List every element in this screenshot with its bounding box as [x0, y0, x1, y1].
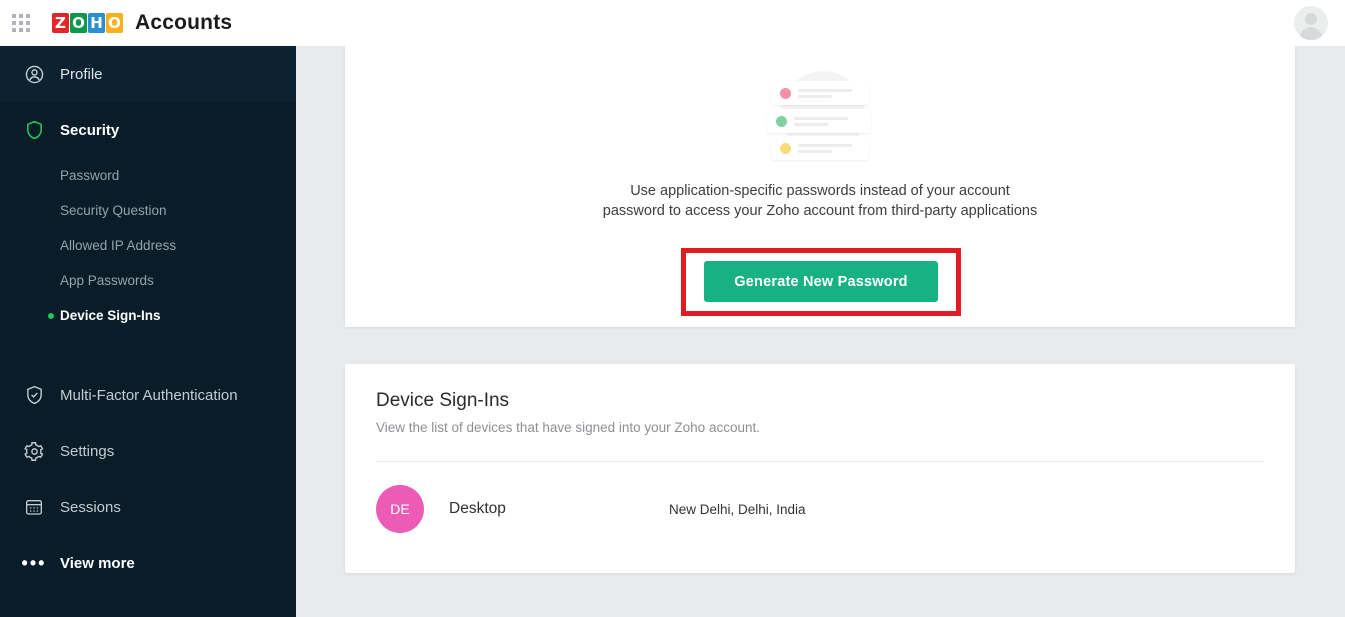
logo-letter-z: Z — [52, 13, 69, 33]
illustration-lines-3 — [798, 143, 852, 153]
sidebar-item-password[interactable]: Password — [0, 158, 296, 193]
avatar-head — [1305, 13, 1317, 25]
illustration-lines-2 — [794, 116, 848, 126]
sidebar-item-sessions[interactable]: Sessions — [0, 479, 296, 535]
shield-check-icon — [22, 383, 46, 407]
sidebar-item-allowed-ip-address[interactable]: Allowed IP Address — [0, 228, 296, 263]
device-location: New Delhi, Delhi, India — [669, 501, 806, 517]
sidebar-item-label-security: Security — [60, 121, 120, 139]
illustration-dot-pink — [780, 87, 791, 99]
user-avatar-icon[interactable] — [1294, 6, 1328, 40]
user-circle-icon — [22, 62, 46, 86]
sidebar-item-label-view-more: View more — [60, 554, 135, 572]
calendar-grid-icon — [22, 495, 46, 519]
sidebar-item-profile[interactable]: Profile — [0, 46, 296, 102]
sidebar-item-device-sign-ins[interactable]: Device Sign-Ins — [0, 298, 296, 333]
sidebar-item-label-mfa: Multi-Factor Authentication — [60, 386, 238, 404]
sidebar-item-mfa[interactable]: Multi-Factor Authentication — [0, 367, 296, 423]
active-dot-icon — [48, 312, 54, 319]
illustration-lines-1 — [798, 88, 852, 98]
generate-new-password-button[interactable]: Generate New Password — [704, 261, 938, 302]
sidebar-sublabel-app-passwords: App Passwords — [60, 273, 154, 288]
sidebar: Profile Security Password Security Quest… — [0, 46, 296, 617]
zoho-logo[interactable]: Z O H O — [52, 12, 123, 34]
avatar-body — [1300, 27, 1322, 40]
app-passwords-illustration — [765, 69, 875, 165]
top-bar: Z O H O Accounts — [0, 0, 1345, 46]
illustration-sheet-3 — [771, 136, 869, 160]
logo-letter-o2: O — [106, 13, 123, 33]
sidebar-sublabel-allowed-ip: Allowed IP Address — [60, 238, 177, 253]
illustration-dot-green — [776, 115, 787, 127]
divider — [376, 461, 1264, 462]
gear-icon — [22, 439, 46, 463]
sidebar-item-view-more[interactable]: ••• View more — [0, 535, 296, 591]
app-passwords-card: Use application-specific passwords inste… — [345, 46, 1295, 327]
app-title: Accounts — [135, 11, 233, 34]
device-sign-ins-card: Device Sign-Ins View the list of devices… — [345, 364, 1295, 573]
sidebar-item-label-profile: Profile — [60, 65, 103, 83]
shield-icon — [22, 118, 46, 142]
app-passwords-description: Use application-specific passwords inste… — [602, 183, 1038, 219]
sidebar-sublabel-password: Password — [60, 168, 120, 183]
illustration-sheet-2 — [767, 109, 871, 133]
sidebar-item-app-passwords[interactable]: App Passwords — [0, 263, 296, 298]
logo-letter-h: H — [88, 13, 105, 33]
illustration-sheet-1 — [771, 81, 869, 105]
table-row[interactable]: DE Desktop New Delhi, Delhi, India — [376, 474, 1264, 544]
apps-grid-icon[interactable] — [12, 14, 30, 32]
logo-letter-o1: O — [70, 13, 87, 33]
sidebar-item-label-sessions: Sessions — [60, 498, 121, 516]
illustration-dot-yellow — [780, 142, 791, 154]
main-content: Use application-specific passwords inste… — [296, 46, 1345, 617]
ellipsis-icon: ••• — [21, 553, 47, 573]
avatar: DE — [376, 485, 424, 533]
sidebar-sublabel-security-question: Security Question — [60, 203, 167, 218]
sidebar-sublabel-device-sign-ins: Device Sign-Ins — [60, 308, 161, 323]
device-sign-ins-title: Device Sign-Ins — [376, 390, 510, 411]
sidebar-item-security[interactable]: Security — [0, 102, 296, 158]
sidebar-item-label-settings: Settings — [60, 442, 115, 460]
sidebar-item-security-question[interactable]: Security Question — [0, 193, 296, 228]
device-name: Desktop — [449, 500, 506, 517]
sidebar-item-settings[interactable]: Settings — [0, 423, 296, 479]
device-sign-ins-subtitle: View the list of devices that have signe… — [376, 420, 760, 435]
security-subnav: Password Security Question Allowed IP Ad… — [0, 158, 296, 341]
